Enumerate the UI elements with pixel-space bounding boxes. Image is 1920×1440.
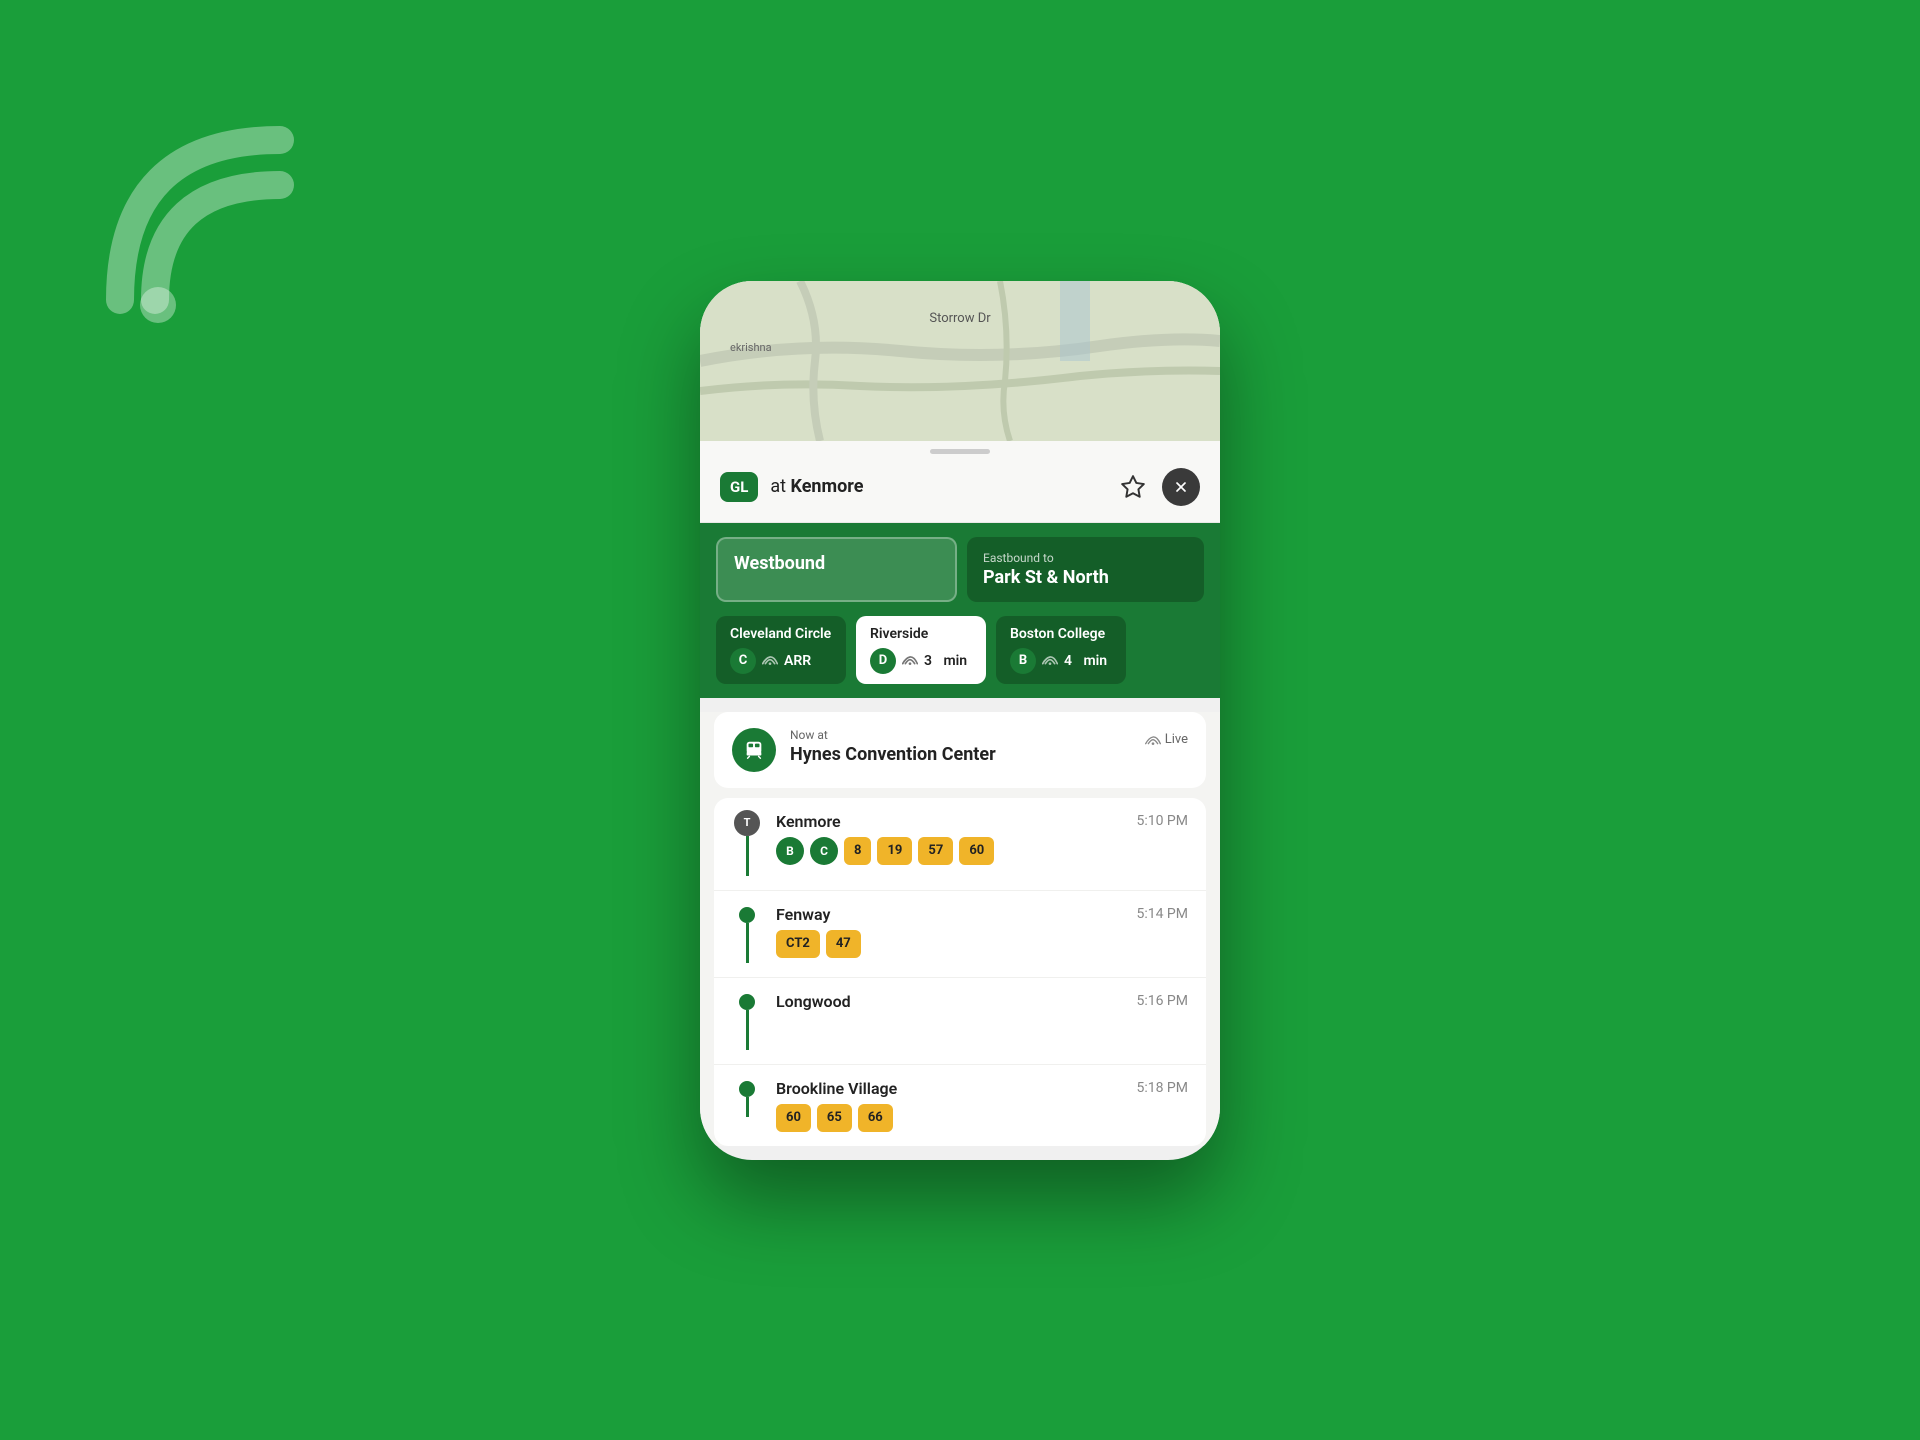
stop-fenway[interactable]: Fenway 5:14 PM CT2 47 [714, 891, 1206, 978]
cleveland-time: ARR [784, 653, 811, 669]
stop-line-col-fenway [732, 905, 762, 963]
direction-tabs: Westbound Eastbound to Park St & North [700, 523, 1220, 616]
notch-bar [700, 441, 1220, 454]
badge-47: 47 [826, 930, 861, 958]
stop-line-col-longwood [732, 992, 762, 1050]
badge-c: C [810, 837, 838, 865]
badge-60: 60 [959, 837, 994, 865]
main-content: Now at Hynes Convention Center Live T [700, 712, 1220, 1146]
fenway-dot [739, 907, 755, 923]
favorite-button[interactable] [1114, 468, 1152, 506]
stop-brookline-village[interactable]: Brookline Village 5:18 PM 60 65 66 [714, 1065, 1206, 1146]
fenway-badges: CT2 47 [776, 930, 1188, 958]
badge-8: 8 [844, 837, 871, 865]
branch-tab-riverside[interactable]: Riverside D 3 min [856, 616, 986, 684]
brookline-time: 5:18 PM [1136, 1080, 1188, 1096]
fenway-name: Fenway [776, 905, 830, 924]
cleveland-info: C ARR [730, 648, 832, 674]
kenmore-line [746, 836, 749, 876]
cleveland-live-icon [762, 652, 778, 670]
badge-60b: 60 [776, 1104, 811, 1132]
eastbound-tab[interactable]: Eastbound to Park St & North [967, 537, 1204, 602]
now-at-label: Now at [790, 728, 1131, 742]
longwood-header: Longwood 5:16 PM [776, 992, 1188, 1011]
eastbound-sublabel: Eastbound to [983, 551, 1188, 565]
station-name: Kenmore [791, 476, 864, 497]
branch-tab-cleveland[interactable]: Cleveland Circle C ARR [716, 616, 846, 684]
kenmore-info: Kenmore 5:10 PM B C 8 19 57 60 [776, 812, 1188, 865]
header-icons [1114, 468, 1200, 506]
phone-frame: Storrow Dr ekrishna GL at Kenmore [700, 281, 1220, 1160]
riverside-name: Riverside [870, 626, 972, 642]
fenway-info: Fenway 5:14 PM CT2 47 [776, 905, 1188, 958]
boston-college-letter: B [1010, 648, 1036, 674]
brookline-badges: 60 65 66 [776, 1104, 1188, 1132]
close-button[interactable] [1162, 468, 1200, 506]
map-area: Storrow Dr ekrishna [700, 281, 1220, 441]
brookline-dot [739, 1081, 755, 1097]
westbound-tab[interactable]: Westbound [716, 537, 957, 602]
longwood-dot [739, 994, 755, 1010]
fenway-time: 5:14 PM [1136, 906, 1188, 922]
badge-b: B [776, 837, 804, 865]
kenmore-time: 5:10 PM [1136, 813, 1188, 829]
kenmore-header: Kenmore 5:10 PM [776, 812, 1188, 831]
brookline-info: Brookline Village 5:18 PM 60 65 66 [776, 1079, 1188, 1132]
now-at-text: Now at Hynes Convention Center [790, 728, 1131, 766]
branch-tabs: Cleveland Circle C ARR Riverside D [700, 616, 1220, 698]
stop-line-col-brookline [732, 1079, 762, 1117]
brookline-name: Brookline Village [776, 1079, 897, 1098]
stop-kenmore[interactable]: T Kenmore 5:10 PM B C 8 19 57 60 [714, 798, 1206, 891]
riverside-letter: D [870, 648, 896, 674]
header-title: at Kenmore [770, 476, 1102, 497]
westbound-label: Westbound [734, 553, 939, 574]
longwood-name: Longwood [776, 992, 851, 1011]
kenmore-name: Kenmore [776, 812, 841, 831]
brookline-header: Brookline Village 5:18 PM [776, 1079, 1188, 1098]
train-icon [732, 728, 776, 772]
longwood-time: 5:16 PM [1136, 993, 1188, 1009]
stop-longwood[interactable]: Longwood 5:16 PM [714, 978, 1206, 1065]
riverside-info: D 3 min [870, 648, 972, 674]
location-prefix: at [770, 476, 786, 497]
brookline-line [746, 1097, 749, 1117]
longwood-line [746, 1010, 749, 1050]
kenmore-dot: T [734, 810, 760, 836]
stop-list: T Kenmore 5:10 PM B C 8 19 57 60 [714, 798, 1206, 1146]
now-at-station: Hynes Convention Center [790, 744, 1131, 766]
map-road-label: Storrow Dr [929, 311, 990, 326]
now-at-card: Now at Hynes Convention Center Live [714, 712, 1206, 788]
boston-college-live-icon [1042, 652, 1058, 670]
longwood-info: Longwood 5:16 PM [776, 992, 1188, 1017]
fenway-line [746, 923, 749, 963]
cleveland-letter: C [730, 648, 756, 674]
badge-66: 66 [858, 1104, 893, 1132]
kenmore-badges: B C 8 19 57 60 [776, 837, 1188, 865]
map-neighborhood-label: ekrishna [730, 341, 772, 354]
live-badge: Live [1145, 732, 1188, 747]
header: GL at Kenmore [700, 454, 1220, 523]
riverside-live-icon [902, 652, 918, 670]
badge-65: 65 [817, 1104, 852, 1132]
stop-line-col-kenmore: T [732, 812, 762, 876]
live-label: Live [1165, 732, 1188, 747]
wifi-decoration [100, 120, 320, 344]
cleveland-name: Cleveland Circle [730, 626, 832, 642]
badge-57: 57 [918, 837, 953, 865]
riverside-time: 3 min [924, 653, 967, 669]
boston-college-time: 4 min [1064, 653, 1107, 669]
notch-pill [930, 449, 990, 454]
line-badge: GL [720, 472, 758, 502]
badge-ct2: CT2 [776, 930, 820, 958]
badge-19: 19 [877, 837, 912, 865]
eastbound-label: Park St & North [983, 567, 1188, 588]
fenway-header: Fenway 5:14 PM [776, 905, 1188, 924]
boston-college-info: B 4 min [1010, 648, 1112, 674]
boston-college-name: Boston College [1010, 626, 1112, 642]
branch-tab-boston-college[interactable]: Boston College B 4 min [996, 616, 1126, 684]
